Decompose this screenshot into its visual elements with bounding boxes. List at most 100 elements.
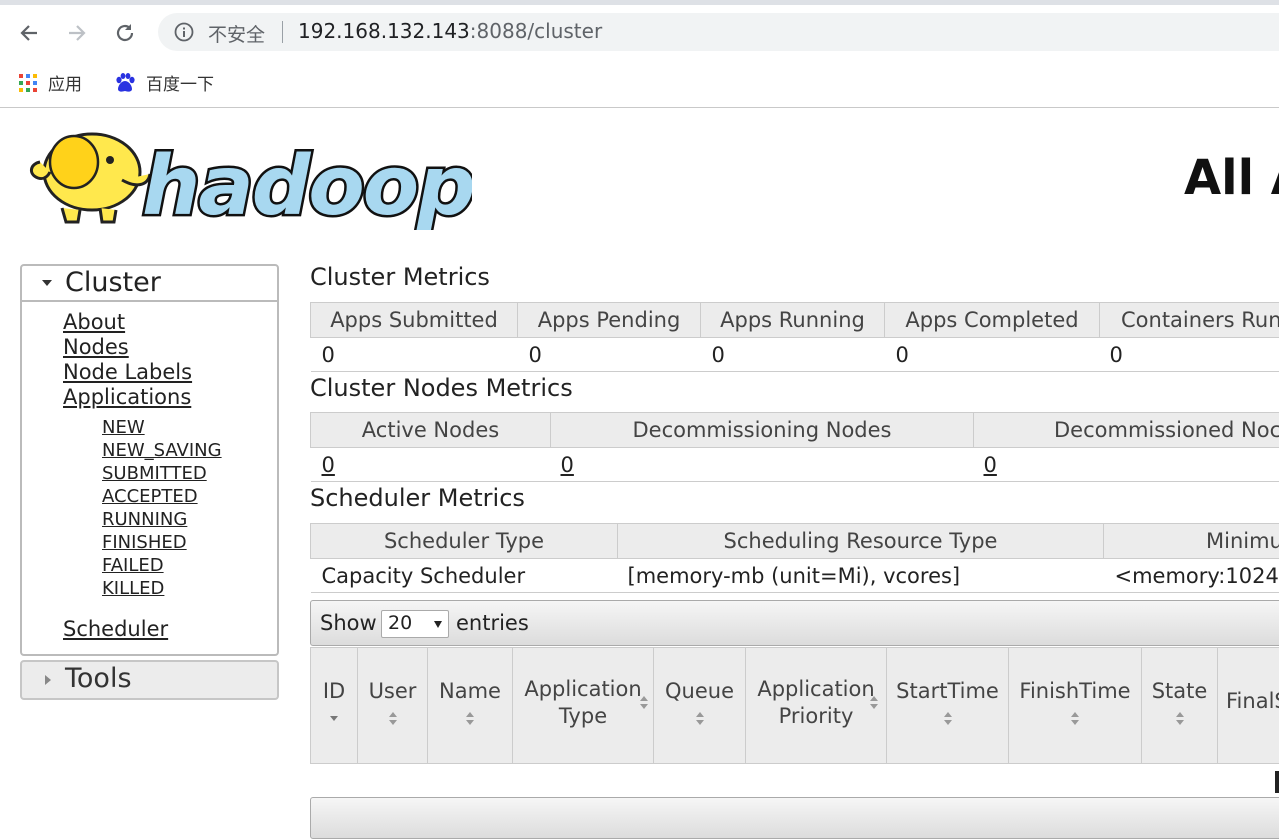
sort-icon	[869, 696, 879, 710]
bookmarks-bar: 应用 百度一下	[0, 59, 1279, 108]
omnibox-divider	[282, 21, 283, 43]
page-title: All A	[1184, 150, 1279, 206]
cluster-metrics-title: Cluster Metrics	[310, 263, 490, 291]
sort-icon	[943, 712, 953, 726]
nav-cluster-header[interactable]: Cluster	[22, 266, 277, 302]
cluster-metrics-value-row: 0 0 0 0 0	[311, 338, 1279, 372]
column-header-start-time[interactable]: StartTime	[887, 648, 1009, 764]
bookmark-baidu[interactable]: 百度一下	[114, 70, 214, 95]
dropdown-arrow-icon	[434, 621, 442, 628]
column-header: Scheduling Resource Type	[618, 524, 1104, 559]
table-cell: [memory-mb (unit=Mi), vcores]	[618, 559, 1104, 593]
caret-down-icon	[42, 280, 52, 286]
page-size-select[interactable]: 20	[381, 610, 449, 638]
scheduler-metrics-table: Scheduler Type Scheduling Resource Type …	[310, 523, 1279, 593]
back-icon[interactable]	[15, 19, 43, 47]
table-cell: Capacity Scheduler	[311, 559, 618, 593]
column-header-final-status[interactable]: FinalS	[1218, 648, 1279, 764]
nav-link-about[interactable]: About	[63, 310, 277, 335]
url-text[interactable]: 192.168.132.143:8088/cluster	[298, 19, 602, 43]
node-metrics-title: Cluster Nodes Metrics	[310, 374, 573, 402]
column-label: FinishTime	[1009, 677, 1141, 706]
table-cell: 0	[885, 338, 1100, 372]
column-label: Application	[513, 675, 653, 704]
caret-right-icon	[45, 675, 51, 685]
nav-state-running[interactable]: RUNNING	[102, 508, 277, 531]
column-header-user[interactable]: User	[358, 648, 428, 764]
baidu-paw-icon	[114, 72, 136, 94]
address-bar[interactable]: 不安全 192.168.132.143:8088/cluster	[158, 13, 1279, 51]
nav-state-accepted[interactable]: ACCEPTED	[102, 485, 277, 508]
bookmark-apps-label: 应用	[48, 70, 82, 95]
nav-link-scheduler[interactable]: Scheduler	[63, 617, 277, 642]
info-icon[interactable]	[174, 22, 194, 42]
table-cell: 0	[974, 448, 1279, 482]
nav-tools-label: Tools	[65, 663, 132, 694]
url-path: :8088/cluster	[470, 19, 602, 43]
bookmark-apps[interactable]: 应用	[18, 70, 82, 95]
column-header-application-priority[interactable]: ApplicationPriority	[746, 648, 887, 764]
sort-icon	[1175, 712, 1185, 726]
column-header-finish-time[interactable]: FinishTime	[1009, 648, 1142, 764]
column-label-line2: Type	[559, 704, 607, 728]
sort-icon	[388, 712, 398, 726]
reload-icon[interactable]	[111, 19, 139, 47]
nav-state-new-saving[interactable]: NEW_SAVING	[102, 439, 277, 462]
url-host: 192.168.132.143	[298, 19, 470, 43]
table-cell: 0	[1100, 338, 1279, 372]
cluster-metrics-table: Apps Submitted Apps Pending Apps Running…	[310, 302, 1279, 372]
sort-desc-icon	[329, 712, 339, 726]
column-header: Decommissioned Noc	[974, 413, 1279, 448]
security-label: 不安全	[208, 20, 265, 47]
cluster-metrics-header-row: Apps Submitted Apps Pending Apps Running…	[311, 303, 1279, 338]
column-label: Name	[428, 677, 512, 706]
column-label: Queue	[654, 677, 745, 706]
scheduler-metrics-title: Scheduler Metrics	[310, 484, 525, 512]
column-header-id[interactable]: ID	[311, 648, 358, 764]
decommissioned-nodes-link[interactable]: 0	[984, 453, 997, 477]
table-cell: 0	[701, 338, 885, 372]
column-header: Containers Run	[1100, 303, 1279, 338]
column-label: State	[1142, 677, 1217, 706]
nav-state-killed[interactable]: KILLED	[102, 577, 277, 600]
nav-link-nodes[interactable]: Nodes	[63, 335, 277, 360]
nav-state-finished[interactable]: FINISHED	[102, 531, 277, 554]
table-cell: 0	[551, 448, 974, 482]
column-header: Apps Completed	[885, 303, 1100, 338]
column-header-queue[interactable]: Queue	[654, 648, 746, 764]
nav-cluster-panel: Cluster About Nodes Node Labels Applicat…	[20, 264, 279, 656]
nav-cluster-body: About Nodes Node Labels Applications NEW…	[22, 302, 277, 654]
column-header: Decommissioning Nodes	[551, 413, 974, 448]
sort-icon	[695, 712, 705, 726]
nav-link-node-labels[interactable]: Node Labels	[63, 360, 277, 385]
column-header: Apps Submitted	[311, 303, 518, 338]
node-metrics-header-row: Active Nodes Decommissioning Nodes Decom…	[311, 413, 1279, 448]
column-label: User	[358, 677, 427, 706]
hadoop-elephant-icon	[31, 134, 150, 222]
sort-icon	[465, 712, 475, 726]
column-header-state[interactable]: State	[1142, 648, 1218, 764]
nav-state-new[interactable]: NEW	[102, 416, 277, 439]
forward-icon[interactable]	[63, 19, 91, 47]
column-header: Apps Running	[701, 303, 885, 338]
decommissioning-nodes-link[interactable]: 0	[561, 453, 574, 477]
column-header-name[interactable]: Name	[428, 648, 513, 764]
hadoop-wordmark: hadoop	[142, 139, 472, 230]
column-label-line2: Priority	[779, 704, 854, 728]
table-info-footer	[310, 797, 1279, 839]
browser-toolbar: 不安全 192.168.132.143:8088/cluster	[0, 5, 1279, 59]
nav-tools-header[interactable]: Tools	[20, 660, 279, 700]
column-header-application-type[interactable]: ApplicationType	[513, 648, 654, 764]
nav-state-failed[interactable]: FAILED	[102, 554, 277, 577]
active-nodes-link[interactable]: 0	[322, 453, 335, 477]
sort-icon	[639, 696, 649, 710]
table-cell: 0	[311, 448, 551, 482]
column-label: ID	[311, 677, 357, 706]
node-metrics-table: Active Nodes Decommissioning Nodes Decom…	[310, 412, 1279, 482]
nav-link-applications[interactable]: Applications	[63, 385, 277, 410]
table-cell: 0	[311, 338, 518, 372]
page-size-value: 20	[388, 612, 412, 634]
column-header: Minimu	[1104, 524, 1279, 559]
nav-state-submitted[interactable]: SUBMITTED	[102, 462, 277, 485]
hadoop-logo[interactable]: hadoop	[22, 120, 472, 230]
